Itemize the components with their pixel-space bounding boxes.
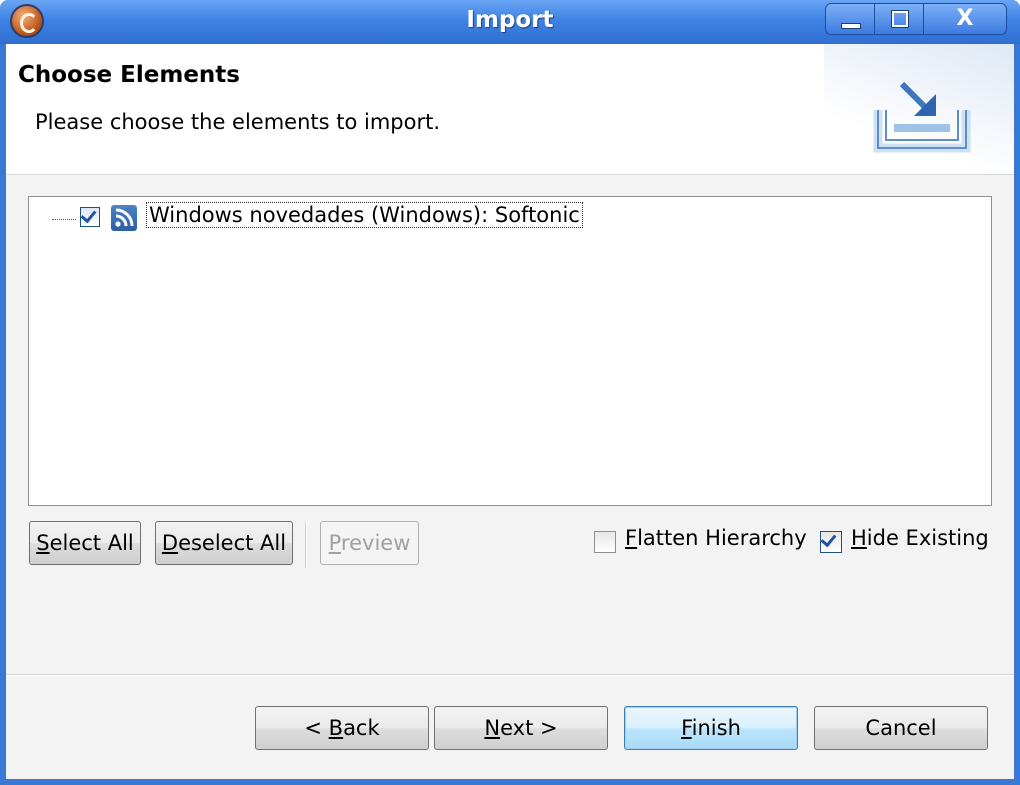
back-button[interactable]: < Back (255, 706, 429, 750)
deselect-all-label: eselect All (178, 531, 287, 555)
select-all-mnemonic: S (36, 531, 50, 555)
hide-existing-label[interactable]: Hide Existing (851, 526, 989, 550)
cancel-button[interactable]: Cancel (814, 706, 988, 750)
flatten-hierarchy-label[interactable]: Flatten Hierarchy (625, 526, 807, 550)
preview-button[interactable]: Preview (320, 521, 419, 565)
import-tray-icon (873, 81, 971, 153)
page-title: Choose Elements (18, 62, 240, 88)
next-label: ext > (500, 716, 558, 740)
hide-existing-label-text: ide Existing (866, 526, 989, 550)
back-label: ack (343, 716, 380, 740)
flatten-hierarchy-checkbox[interactable] (594, 531, 616, 553)
tree-item-checkbox[interactable] (80, 206, 100, 227)
wizard-header: Choose Elements Please choose the elemen… (6, 44, 1014, 175)
checkmark-icon (820, 530, 837, 548)
next-mnemonic: N (484, 716, 501, 740)
checkmark-icon (80, 206, 97, 224)
back-mnemonic: B (328, 716, 344, 740)
import-dialog: Import X Choose Elements Please choose t… (0, 0, 1020, 785)
flatten-mnemonic: F (625, 526, 638, 550)
next-button[interactable]: Next > (434, 706, 608, 750)
minimize-button[interactable] (825, 3, 875, 35)
flatten-label-text: latten Hierarchy (637, 526, 807, 550)
footer-separator (6, 674, 1014, 676)
hide-existing-mnemonic: H (851, 526, 867, 550)
finish-mnemonic: F (681, 716, 692, 740)
elements-tree[interactable]: Windows novedades (Windows): Softonic (28, 196, 992, 506)
close-icon: X (956, 6, 974, 31)
page-description: Please choose the elements to import. (35, 110, 441, 134)
rss-feed-icon (111, 205, 137, 231)
tree-connector (52, 219, 76, 220)
finish-label: inish (691, 716, 741, 740)
select-all-label: elect All (49, 531, 134, 555)
select-all-button[interactable]: Select All (29, 521, 141, 565)
finish-button[interactable]: Finish (624, 706, 798, 750)
deselect-all-button[interactable]: Deselect All (155, 521, 293, 565)
hide-existing-checkbox[interactable] (820, 530, 842, 553)
preview-label: review (340, 531, 411, 555)
tree-item-label[interactable]: Windows novedades (Windows): Softonic (146, 202, 583, 228)
button-separator (305, 522, 307, 568)
title-bar[interactable]: Import X (0, 0, 1020, 44)
dialog-body: Choose Elements Please choose the elemen… (6, 44, 1014, 779)
preview-mnemonic: P (328, 531, 341, 555)
maximize-button[interactable] (874, 3, 924, 35)
deselect-all-mnemonic: D (161, 531, 179, 555)
back-prefix: < (304, 716, 329, 740)
close-button[interactable]: X (923, 3, 1007, 35)
